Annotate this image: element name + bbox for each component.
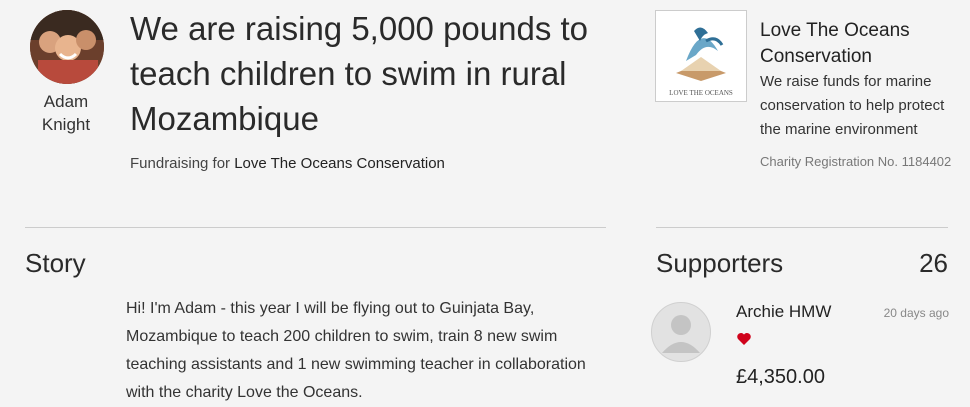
supporters-heading: Supporters xyxy=(656,248,784,278)
charity-logo-text: LOVE THE OCEANS xyxy=(669,89,733,97)
fundraising-for: Fundraising for Love The Oceans Conserva… xyxy=(130,155,445,172)
charity-description: We raise funds for marine conservation t… xyxy=(760,73,945,138)
story-heading: Story xyxy=(25,248,86,278)
supporters-count: 26 xyxy=(919,248,948,278)
owner-avatar[interactable] xyxy=(30,10,104,84)
charity-name[interactable]: Love The Oceans Conservation xyxy=(760,18,960,70)
charity-link[interactable]: Love The Oceans Conservation xyxy=(234,155,445,172)
story-text: Hi! I'm Adam - this year I will be flyin… xyxy=(126,300,586,401)
fundraising-prefix: Fundraising for xyxy=(130,155,235,172)
default-user-icon xyxy=(662,315,700,353)
supporter-name: Archie HMW xyxy=(736,302,832,321)
story-divider xyxy=(25,227,606,228)
page-title: We are raising 5,000 pounds to teach chi… xyxy=(130,10,589,137)
charity-registration: Charity Registration No. 1184402 xyxy=(760,154,952,169)
supporters-divider xyxy=(656,227,948,228)
owner-name[interactable]: Adam Knight xyxy=(18,90,114,136)
supporter-amount: £4,350.00 xyxy=(736,366,825,388)
supporter-time: 20 days ago xyxy=(883,306,949,320)
charity-logo-icon: LOVE THE OCEANS xyxy=(669,27,733,97)
supporter-avatar xyxy=(651,302,711,362)
charity-logo[interactable]: LOVE THE OCEANS xyxy=(655,10,747,102)
group-photo-avatar-icon xyxy=(30,10,104,84)
heart-icon xyxy=(736,331,752,347)
